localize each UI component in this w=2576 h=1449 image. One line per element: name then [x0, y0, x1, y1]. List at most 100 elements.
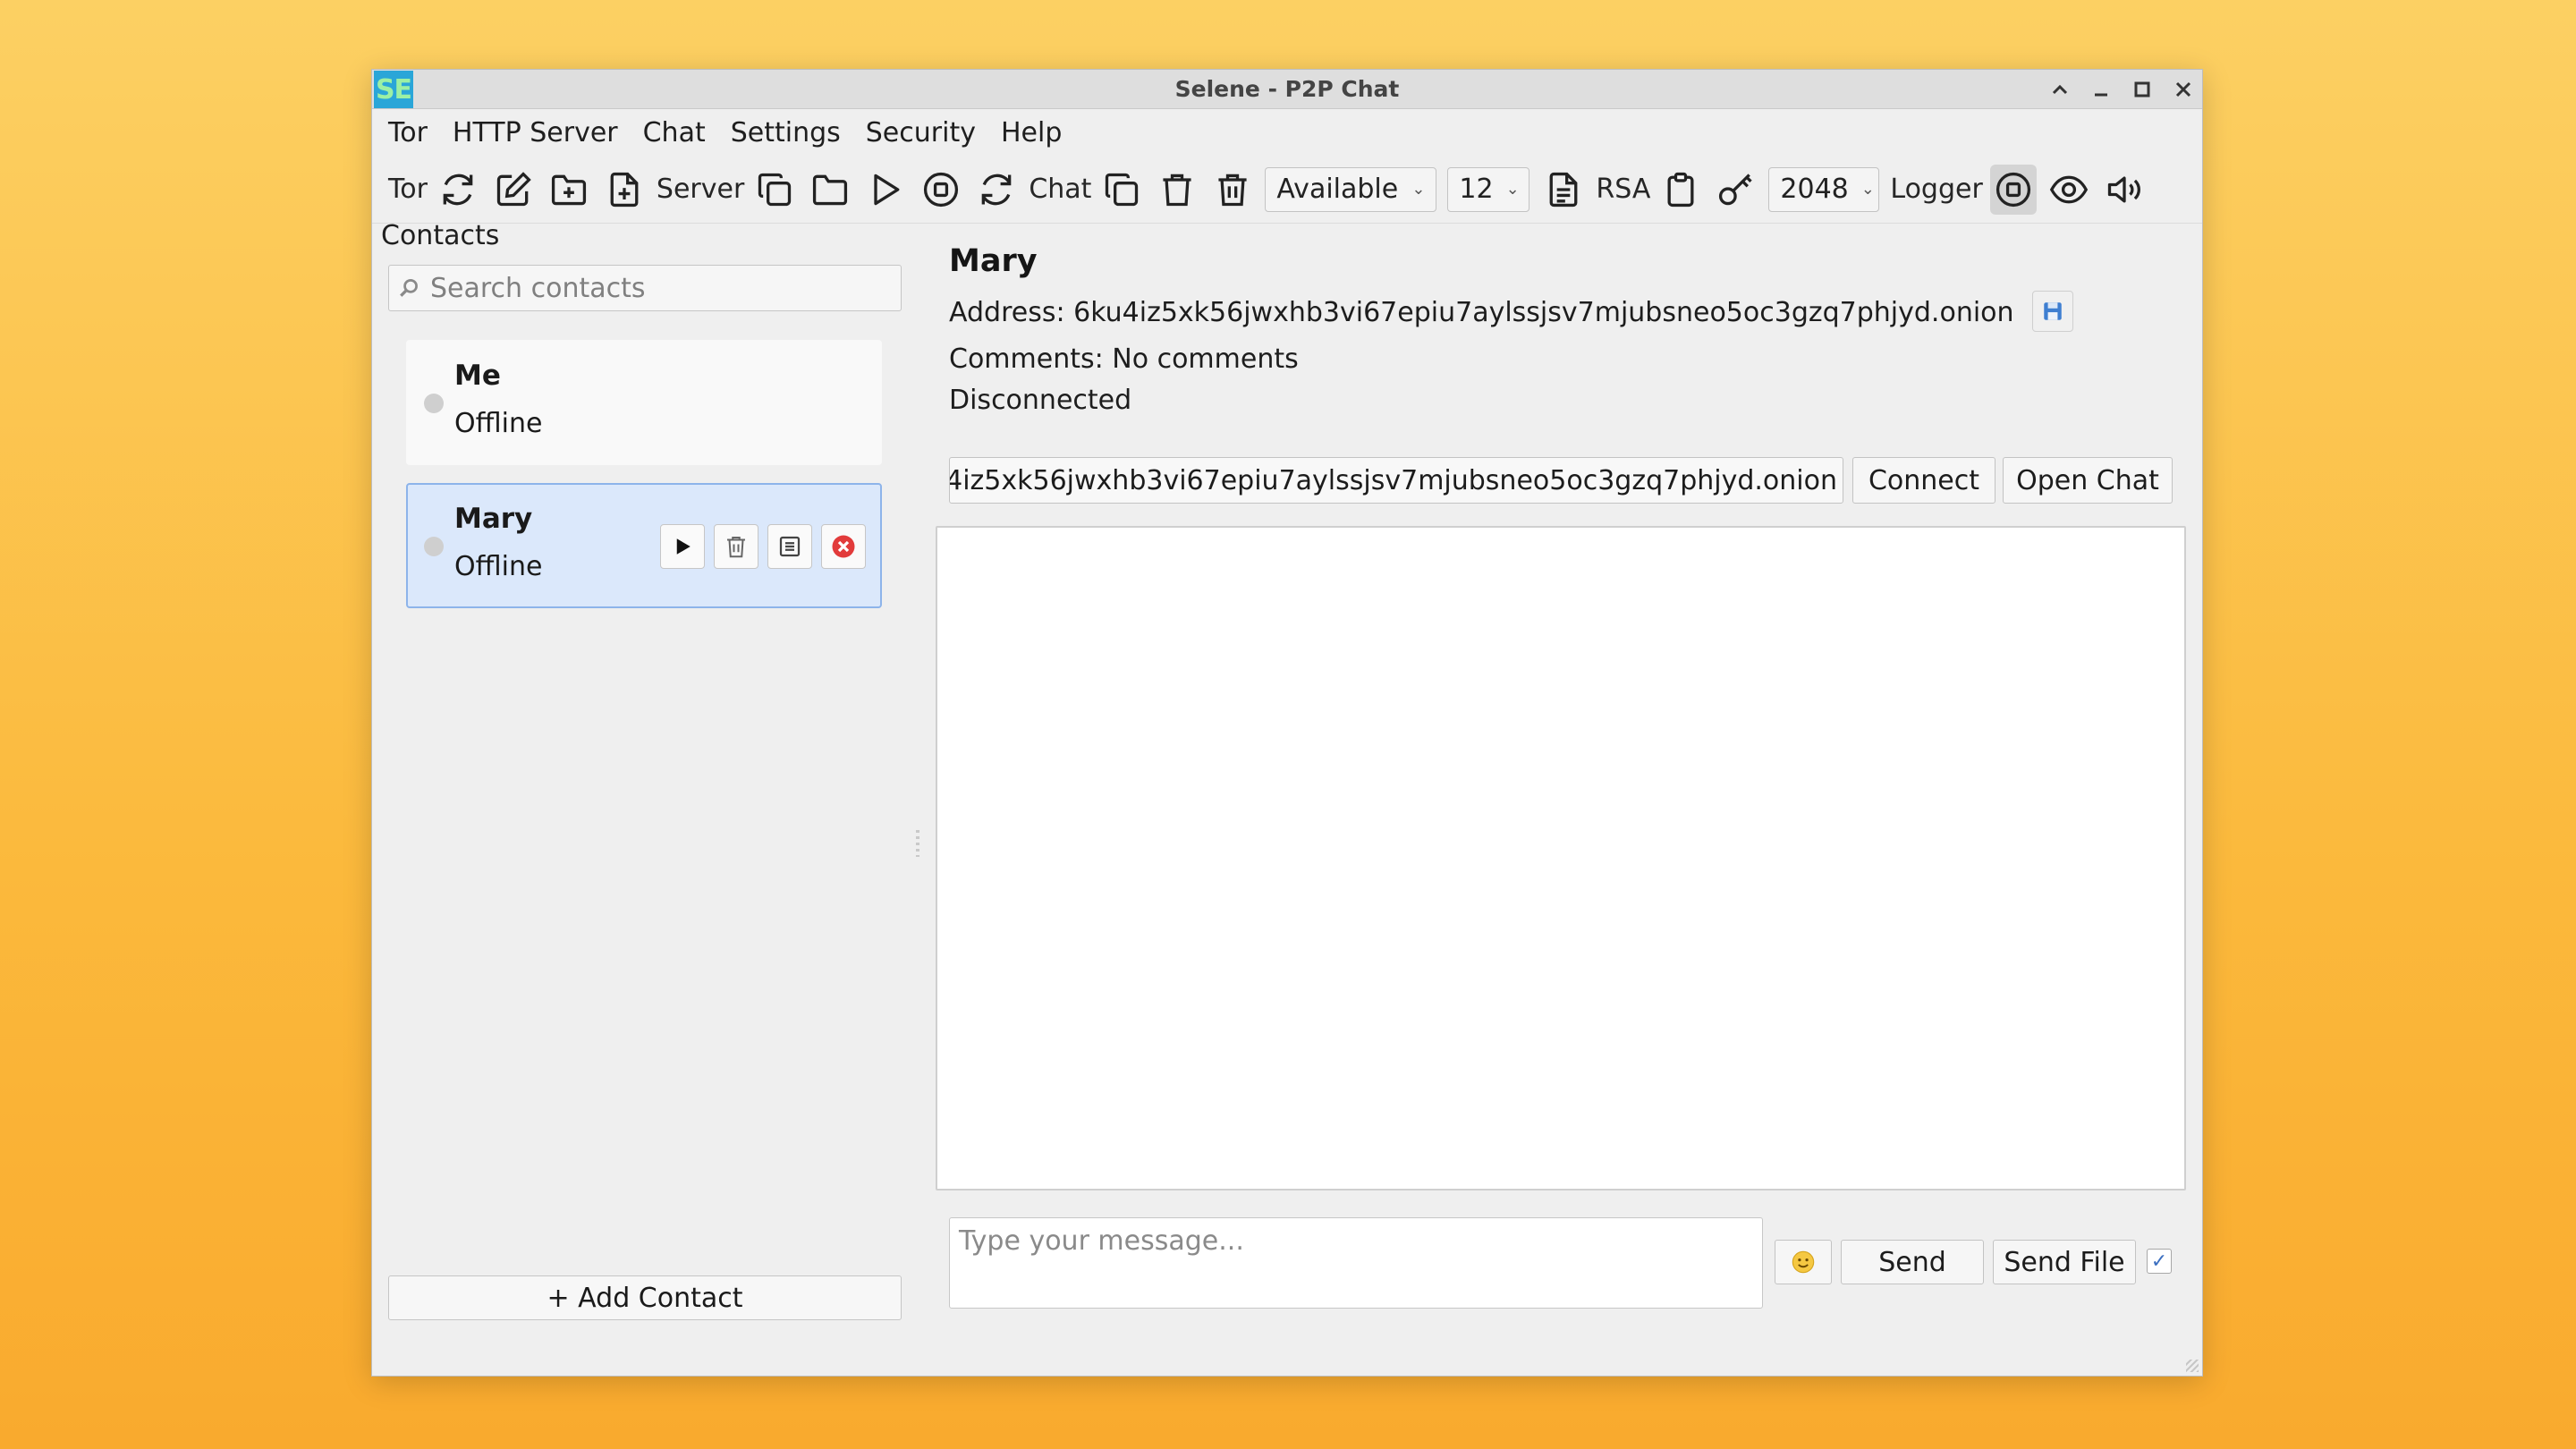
save-address-button[interactable]	[2032, 291, 2073, 332]
message-input[interactable]: Type your message...	[949, 1217, 1763, 1309]
menu-tor[interactable]: Tor	[388, 117, 428, 148]
copy-icon	[1106, 173, 1139, 206]
speaker-icon	[2107, 176, 2140, 202]
send-file-button[interactable]: Send File	[1993, 1240, 2136, 1284]
search-box[interactable]	[388, 265, 902, 311]
chevron-up-icon	[2052, 84, 2068, 95]
peer-address-field[interactable]: 6ku4iz5xk56jwxhb3vi67epiu7aylssjsv7mjubs…	[949, 457, 1843, 504]
trash-lines-icon	[1218, 174, 1248, 206]
rsa-clipboard-button[interactable]	[1657, 165, 1704, 215]
minimize-icon	[2095, 93, 2107, 97]
floppy-disk-icon	[2044, 302, 2062, 320]
connect-button[interactable]: Connect	[1852, 457, 1996, 504]
close-icon	[2175, 81, 2191, 97]
logger-view-button[interactable]	[2046, 165, 2092, 215]
tor-add-folder-button[interactable]	[546, 165, 592, 215]
open-chat-button[interactable]: Open Chat	[2003, 457, 2173, 504]
chat-delete-all-button[interactable]	[1209, 165, 1256, 215]
pane-splitter[interactable]	[916, 830, 919, 857]
contact-item-me[interactable]: Me Offline	[406, 340, 882, 465]
search-icon	[400, 278, 418, 297]
contact-remove-button[interactable]	[821, 524, 866, 569]
server-stop-button[interactable]	[918, 165, 964, 215]
rsa-generate-key-button[interactable]	[1713, 165, 1759, 215]
emoji-button[interactable]	[1775, 1240, 1832, 1284]
send-button[interactable]: Send	[1841, 1240, 1984, 1284]
menu-help[interactable]: Help	[1001, 117, 1062, 148]
chevron-down-icon: ⌄	[1860, 180, 1875, 199]
app-window: SE Selene - P2P Chat Tor HTTP Server Cha…	[371, 69, 2203, 1377]
menu-settings[interactable]: Settings	[731, 117, 841, 148]
edit-icon	[496, 171, 531, 206]
menu-bar: Tor HTTP Server Chat Settings Security H…	[372, 109, 2202, 156]
window-minimize-button[interactable]	[2086, 75, 2116, 104]
chat-copy-button[interactable]	[1098, 165, 1145, 215]
toolbar-chat-label: Chat	[1029, 174, 1092, 205]
eye-icon	[2049, 175, 2088, 203]
refresh-icon	[443, 174, 473, 205]
document-icon	[1550, 172, 1578, 207]
peer-name: Mary	[949, 243, 1038, 279]
contact-details-button[interactable]	[767, 524, 812, 569]
key-size-select-value: 2048	[1780, 174, 1849, 205]
server-start-button[interactable]	[862, 165, 909, 215]
contact-name: Mary	[454, 503, 533, 535]
trash-icon	[727, 537, 745, 558]
chevron-down-icon: ⌄	[1411, 180, 1426, 199]
close-circle-icon	[832, 535, 855, 558]
clipboard-icon	[1667, 172, 1694, 207]
title-bar: SE Selene - P2P Chat	[372, 70, 2202, 109]
search-input[interactable]	[430, 272, 877, 304]
resize-grip[interactable]	[2186, 1360, 2199, 1372]
window-maximize-button[interactable]	[2127, 75, 2157, 104]
menu-chat[interactable]: Chat	[643, 117, 706, 148]
stop-circle-icon	[924, 172, 959, 207]
contact-actions	[660, 524, 866, 569]
contact-item-mary[interactable]: Mary Offline	[406, 483, 882, 608]
auto-checkbox[interactable]: ✓	[2147, 1249, 2172, 1274]
toolbar: Tor Server Chat Available ⌄ 12 ⌄ RSA 204…	[372, 156, 2202, 224]
peer-address-field-value: 6ku4iz5xk56jwxhb3vi67epiu7aylssjsv7mjubs…	[949, 464, 1837, 496]
server-restart-button[interactable]	[973, 165, 1020, 215]
status-dot	[424, 537, 444, 556]
stop-circle-icon	[1996, 172, 2030, 207]
file-plus-icon	[610, 172, 639, 207]
toolbar-rsa-label: RSA	[1596, 174, 1651, 205]
copy-icon	[758, 173, 792, 206]
server-open-folder-button[interactable]	[807, 165, 853, 215]
menu-http-server[interactable]: HTTP Server	[453, 117, 618, 148]
contact-name: Me	[454, 360, 501, 392]
window-close-button[interactable]	[2168, 75, 2199, 104]
window-shade-button[interactable]	[2045, 75, 2075, 104]
logger-sound-button[interactable]	[2101, 165, 2148, 215]
status-select-value: Available	[1276, 174, 1399, 205]
folder-plus-icon	[551, 174, 586, 205]
trash-icon	[1163, 174, 1192, 206]
logger-stop-button[interactable]	[1989, 164, 2037, 215]
toolbar-server-label: Server	[656, 174, 745, 205]
chat-messages-area[interactable]	[936, 526, 2186, 1191]
chat-log-button[interactable]	[1540, 165, 1587, 215]
chat-delete-button[interactable]	[1154, 165, 1200, 215]
key-size-select[interactable]: 2048 ⌄	[1768, 166, 1880, 212]
server-copy-button[interactable]	[751, 165, 798, 215]
contact-connect-button[interactable]	[660, 524, 705, 569]
message-input-placeholder: Type your message...	[959, 1225, 1244, 1257]
list-icon	[779, 536, 801, 557]
font-size-select[interactable]: 12 ⌄	[1447, 166, 1530, 212]
folder-icon	[813, 174, 848, 205]
window-title: Selene - P2P Chat	[1174, 76, 1400, 102]
add-contact-button[interactable]: + Add Contact	[388, 1275, 902, 1320]
contact-delete-button[interactable]	[714, 524, 758, 569]
connection-status: Disconnected	[949, 385, 1132, 416]
tor-add-file-button[interactable]	[601, 165, 648, 215]
status-select[interactable]: Available ⌄	[1265, 166, 1437, 212]
maximize-icon	[2134, 81, 2150, 97]
menu-security[interactable]: Security	[866, 117, 976, 148]
toolbar-logger-label: Logger	[1890, 174, 1983, 205]
tor-edit-button[interactable]	[490, 165, 537, 215]
chevron-down-icon: ⌄	[1505, 180, 1520, 199]
tor-refresh-button[interactable]	[435, 165, 481, 215]
play-icon	[874, 174, 900, 205]
smiley-icon	[1792, 1250, 1815, 1274]
